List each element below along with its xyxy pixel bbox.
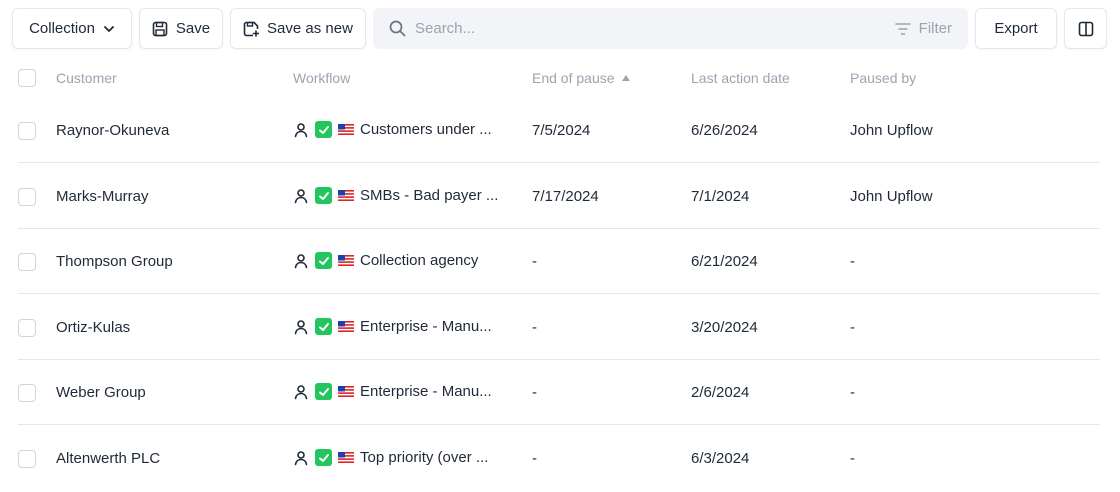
- us-flag-icon: [338, 124, 354, 135]
- workflow-cell[interactable]: Collection agency: [293, 252, 478, 269]
- column-header-end-of-pause[interactable]: End of pause: [532, 70, 631, 86]
- paused-by-value: John Upflow: [850, 188, 933, 205]
- row-checkbox[interactable]: [18, 253, 36, 271]
- table-row[interactable]: Weber Group Enterprise - Manu... - 2/6/2…: [0, 360, 1120, 425]
- check-mark-icon: [315, 318, 332, 335]
- customer-name[interactable]: Raynor-Okuneva: [56, 122, 169, 139]
- us-flag-icon: [338, 452, 354, 463]
- floppy-disk-icon: [152, 21, 168, 36]
- workflow-name: Collection agency: [360, 252, 479, 269]
- row-divider: [18, 293, 1100, 294]
- workflow-name: Enterprise - Manu...: [360, 318, 492, 335]
- export-label: Export: [994, 20, 1038, 37]
- user-icon: [294, 384, 308, 399]
- row-checkbox[interactable]: [18, 188, 36, 206]
- workflow-cell[interactable]: SMBs - Bad payer ...: [293, 187, 498, 204]
- check-mark-icon: [315, 121, 332, 138]
- column-header-workflow[interactable]: Workflow: [293, 70, 350, 86]
- customer-name[interactable]: Weber Group: [56, 384, 146, 401]
- last-action-date-value: 7/1/2024: [691, 188, 750, 205]
- paused-by-value: John Upflow: [850, 122, 933, 139]
- check-mark-icon: [315, 449, 332, 466]
- table-row[interactable]: Marks-Murray SMBs - Bad payer ... 7/17/2…: [0, 164, 1120, 229]
- collection-label: Collection: [29, 20, 95, 37]
- search-input[interactable]: [415, 8, 845, 49]
- workflow-name: Enterprise - Manu...: [360, 383, 492, 400]
- floppy-disk-plus-icon: [243, 21, 260, 37]
- column-header-paused-by[interactable]: Paused by: [850, 70, 916, 86]
- check-mark-icon: [315, 187, 332, 204]
- workflow-name: Top priority (over ...: [360, 449, 489, 466]
- user-icon: [294, 450, 308, 465]
- table-row[interactable]: Altenwerth PLC Top priority (over ... - …: [0, 426, 1120, 491]
- collection-dropdown-button[interactable]: Collection: [12, 8, 132, 49]
- save-label: Save: [175, 20, 211, 37]
- column-header-customer[interactable]: Customer: [56, 70, 117, 86]
- last-action-date-value: 6/3/2024: [691, 450, 750, 467]
- workflow-name: SMBs - Bad payer ...: [360, 187, 499, 204]
- paused-by-value: -: [850, 450, 855, 467]
- us-flag-icon: [338, 386, 354, 397]
- toolbar: Collection Save Save as new Filter: [0, 0, 1120, 58]
- workflow-name: Customers under ...: [360, 121, 492, 138]
- row-checkbox[interactable]: [18, 450, 36, 468]
- user-icon: [294, 188, 308, 203]
- columns-icon: [1078, 21, 1093, 36]
- row-checkbox[interactable]: [18, 122, 36, 140]
- table-row[interactable]: Raynor-Okuneva Customers under ... 7/5/2…: [0, 98, 1120, 163]
- end-of-pause-value: 7/5/2024: [532, 122, 591, 139]
- sort-ascending-icon: [621, 75, 630, 81]
- end-of-pause-value: -: [532, 319, 537, 336]
- last-action-date-value: 3/20/2024: [691, 319, 758, 336]
- us-flag-icon: [338, 321, 354, 332]
- customer-name[interactable]: Thompson Group: [56, 253, 173, 270]
- select-all-checkbox[interactable]: [18, 69, 36, 87]
- paused-by-value: -: [850, 253, 855, 270]
- user-icon: [294, 253, 308, 268]
- last-action-date-value: 6/26/2024: [691, 122, 758, 139]
- customer-name[interactable]: Marks-Murray: [56, 188, 149, 205]
- save-as-new-label: Save as new: [267, 20, 353, 37]
- customer-name[interactable]: Altenwerth PLC: [56, 450, 160, 467]
- filter-label: Filter: [918, 20, 952, 37]
- search-icon: [389, 20, 406, 37]
- chevron-down-icon: [104, 25, 114, 32]
- customer-name[interactable]: Ortiz-Kulas: [56, 319, 130, 336]
- search-bar: Filter: [373, 8, 968, 49]
- user-icon: [294, 319, 308, 334]
- save-as-new-button[interactable]: Save as new: [230, 8, 366, 49]
- paused-by-value: -: [850, 319, 855, 336]
- column-header-last-action-date[interactable]: Last action date: [691, 70, 790, 86]
- workflow-cell[interactable]: Customers under ...: [293, 121, 492, 138]
- us-flag-icon: [338, 255, 354, 266]
- workflow-cell[interactable]: Enterprise - Manu...: [293, 318, 492, 335]
- workflow-cell[interactable]: Top priority (over ...: [293, 449, 488, 466]
- end-of-pause-value: -: [532, 450, 537, 467]
- end-of-pause-value: -: [532, 384, 537, 401]
- row-checkbox[interactable]: [18, 384, 36, 402]
- row-divider: [18, 424, 1100, 425]
- row-checkbox[interactable]: [18, 319, 36, 337]
- row-divider: [18, 162, 1100, 163]
- last-action-date-value: 2/6/2024: [691, 384, 750, 401]
- table-header: Customer Workflow End of pause Last acti…: [0, 60, 1120, 96]
- table-row[interactable]: Thompson Group Collection agency - 6/21/…: [0, 229, 1120, 294]
- user-icon: [294, 122, 308, 137]
- columns-toggle-button[interactable]: [1064, 8, 1107, 49]
- filter-button[interactable]: Filter: [894, 8, 952, 49]
- paused-by-value: -: [850, 384, 855, 401]
- save-button[interactable]: Save: [139, 8, 223, 49]
- end-of-pause-value: 7/17/2024: [532, 188, 599, 205]
- check-mark-icon: [315, 252, 332, 269]
- workflow-cell[interactable]: Enterprise - Manu...: [293, 383, 492, 400]
- us-flag-icon: [338, 190, 354, 201]
- end-of-pause-value: -: [532, 253, 537, 270]
- filter-lines-icon: [894, 22, 911, 35]
- export-button[interactable]: Export: [975, 8, 1057, 49]
- table-row[interactable]: Ortiz-Kulas Enterprise - Manu... - 3/20/…: [0, 295, 1120, 360]
- last-action-date-value: 6/21/2024: [691, 253, 758, 270]
- check-mark-icon: [315, 383, 332, 400]
